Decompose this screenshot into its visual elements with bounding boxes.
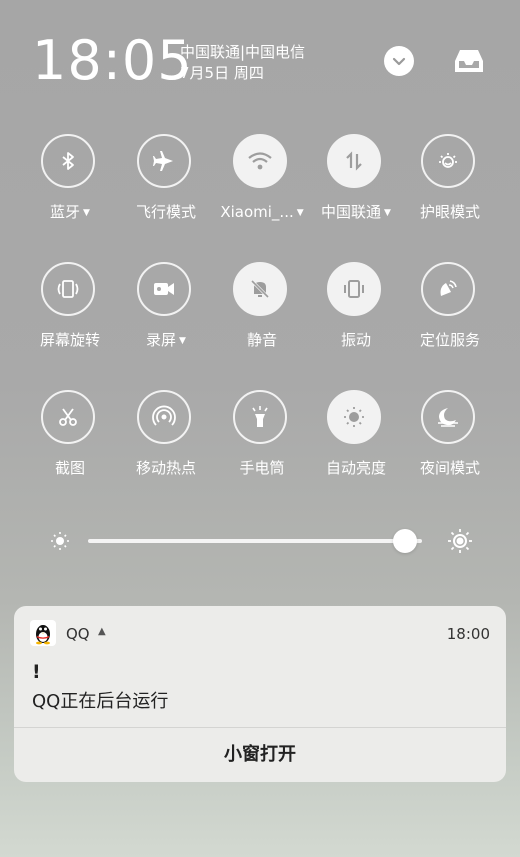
flashlight-icon [252,406,268,427]
tile-toggle[interactable] [41,262,95,316]
tile-wifi[interactable]: Xiaomi_... ▼ [212,134,312,244]
tile-toggle[interactable] [233,262,287,316]
brightness-low-icon [51,532,69,550]
tile-mobile-data[interactable]: 中国联通 ▼ [306,134,406,244]
tile-rotate[interactable]: 屏幕旋转 [20,262,120,372]
brightness-slider[interactable] [46,526,476,556]
tile-toggle[interactable] [327,390,381,444]
tile-toggle[interactable] [327,262,381,316]
tile-toggle[interactable] [421,134,475,188]
carrier-names: 中国联通|中国电信 [180,43,306,61]
tile-auto-brightness[interactable]: 自动亮度 [306,390,406,500]
tile-toggle[interactable] [137,134,191,188]
tile-screenshot[interactable]: 截图 [20,390,120,500]
date: 7月5日 周四 [180,64,264,82]
notification-manager-button[interactable] [452,46,486,76]
tile-toggle[interactable] [41,390,95,444]
tile-toggle[interactable] [327,134,381,188]
tile-screen-record[interactable]: 录屏 ▼ [116,262,216,372]
tile-mute[interactable]: 静音 [212,262,312,372]
notification-title: ! [32,661,41,683]
airplane-icon [153,151,173,171]
quick-settings-row: 截图 移动热点 手电筒 自动亮度 夜间模式 [0,390,520,500]
qq-penguin-icon [30,620,56,646]
tile-bluetooth[interactable]: 蓝牙 ▼ [20,134,120,244]
notification-card[interactable]: QQ ▲ 18:00 ! QQ正在后台运行 小窗打开 [14,606,506,782]
collapse-caret-icon[interactable]: ▲ [98,626,106,637]
quick-settings-row: 屏幕旋转 录屏 ▼ 静音 振动 定位服务 [0,262,520,372]
tile-eye-care[interactable]: 护眼模式 [400,134,500,244]
tile-toggle[interactable] [421,262,475,316]
open-small-window-button[interactable]: 小窗打开 [14,728,506,782]
clock: 18:05 [32,29,193,92]
tile-toggle[interactable] [137,262,191,316]
auto-brightness-icon [344,407,364,427]
inbox-icon [455,50,483,72]
brightness-thumb[interactable] [393,529,418,553]
notification-body: QQ正在后台运行 [32,691,169,712]
tile-airplane[interactable]: 飞行模式 [116,134,216,244]
chevron-down-icon [392,57,406,66]
scissors-icon [59,408,77,426]
tile-flashlight[interactable]: 手电筒 [212,390,312,500]
tile-toggle[interactable] [41,134,95,188]
tile-night-mode[interactable]: 夜间模式 [400,390,500,500]
wifi-icon [248,152,272,170]
location-icon [440,280,457,296]
tile-toggle[interactable] [233,390,287,444]
mobile-data-icon [346,151,362,171]
tile-vibrate[interactable]: 振动 [306,262,406,372]
tile-toggle[interactable] [233,134,287,188]
bluetooth-icon [62,152,74,170]
status-header: 18:05 中国联通|中国电信 7月5日 周四 [0,0,520,110]
notification-app-name: QQ [66,625,90,643]
tile-label: 定位服务 [419,331,480,349]
tile-toggle[interactable] [421,390,475,444]
brightness-high-icon [448,529,472,553]
quick-settings-row: 蓝牙 ▼ 飞行模式 Xiaomi_... ▼ 中国联通 ▼ 护眼模式 [0,134,520,244]
tile-toggle[interactable] [137,390,191,444]
tile-label: 护眼模式 [419,203,480,221]
notification-time: 18:00 [446,625,490,643]
mute-icon [250,279,270,299]
tile-hotspot[interactable]: 移动热点 [116,390,216,500]
expand-button[interactable] [384,46,414,76]
rotate-icon [57,280,79,298]
eye-care-icon [439,153,457,168]
brightness-track[interactable] [88,539,422,543]
screen-record-icon [154,283,174,295]
tile-location[interactable]: 定位服务 [400,262,500,372]
hotspot-icon [152,405,176,426]
vibrate-icon [344,280,364,298]
tile-label: 夜间模式 [419,459,480,477]
night-mode-icon [438,408,458,427]
